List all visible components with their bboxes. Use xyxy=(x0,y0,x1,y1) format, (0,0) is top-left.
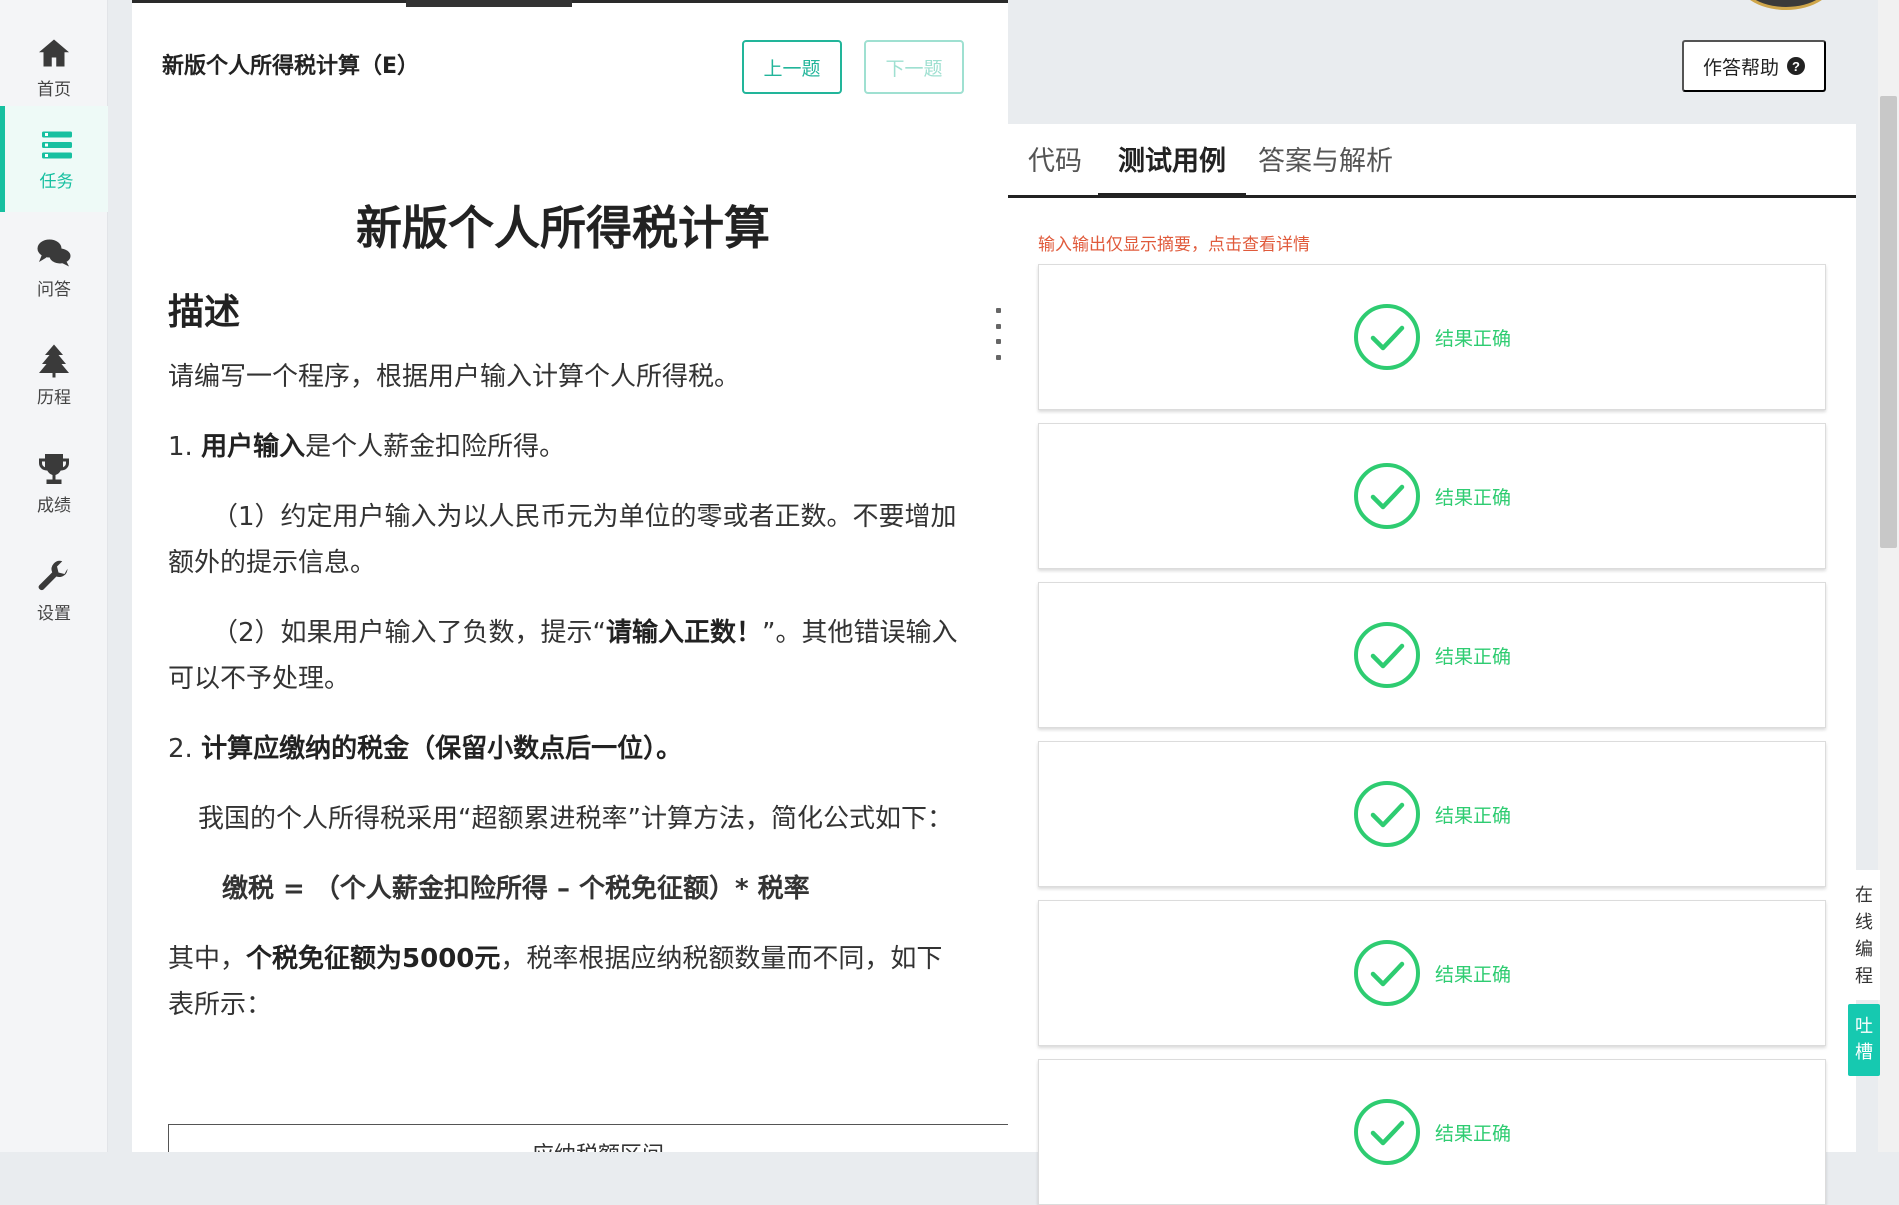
prev-question-button[interactable]: 上一题 xyxy=(742,40,842,94)
tab-code[interactable]: 代码 xyxy=(1008,142,1102,198)
test-case-card[interactable]: 结果正确 xyxy=(1038,1059,1826,1205)
test-result-label: 结果正确 xyxy=(1434,963,1511,986)
sidebar-item-grades[interactable]: 成绩 xyxy=(0,430,108,536)
sidebar-item-tasks[interactable]: 任务 xyxy=(0,106,108,212)
scrollbar-thumb[interactable] xyxy=(1880,96,1897,548)
test-case-card[interactable]: 结果正确 xyxy=(1038,582,1826,728)
answer-help-button[interactable]: 作答帮助 ? xyxy=(1682,40,1826,92)
section-heading: 描述 xyxy=(168,292,241,333)
help-label: 作答帮助 xyxy=(1702,57,1779,79)
sidebar: 首页 任务 问答 历程 成绩 设置 xyxy=(0,0,108,1152)
test-result-label: 结果正确 xyxy=(1434,486,1511,509)
method-paragraph: 我国的个人所得税采用“超额累进税率”计算方法，简化公式如下： xyxy=(198,804,953,834)
tabs-area: 代码 测试用例 答案与解析 输入输出仅显示摘要，点击查看详情 结果正确 结果正确… xyxy=(1008,124,1856,1205)
bold-text: 请输入正数！ xyxy=(606,618,763,648)
tax-rate-table-header: 应纳税额区间 xyxy=(168,1124,1008,1152)
chat-icon xyxy=(37,239,71,266)
io-summary-notice: 输入输出仅显示摘要，点击查看详情 xyxy=(1038,235,1310,255)
test-case-card[interactable]: 结果正确 xyxy=(1038,264,1826,410)
list-number: 2. xyxy=(168,734,202,764)
tree-icon xyxy=(39,344,69,377)
question-circle-icon: ? xyxy=(1787,57,1805,75)
test-case-card[interactable]: 结果正确 xyxy=(1038,423,1826,569)
check-circle-icon xyxy=(1353,304,1420,370)
exemption-paragraph: 其中，个税免征额为5000元，税率根据应纳税额数量而不同，如下表所示： xyxy=(168,936,958,1028)
tab-answer-analysis[interactable]: 答案与解析 xyxy=(1238,142,1413,198)
test-result-label: 结果正确 xyxy=(1434,1122,1511,1145)
problem-description: 新版个人所得税计算 描述 请编写一个程序，根据用户输入计算个人所得税。 1. 用… xyxy=(168,200,958,1052)
text: （2）如果用户输入了负数，提示“ xyxy=(212,618,607,648)
check-circle-icon xyxy=(1353,622,1420,688)
panel-resize-handle[interactable] xyxy=(995,308,1001,360)
next-question-button[interactable]: 下一题 xyxy=(864,40,964,94)
check-circle-icon xyxy=(1353,940,1420,1006)
intro-text: 请编写一个程序，根据用户输入计算个人所得税。 xyxy=(168,362,741,392)
bold-text: 用户输入 xyxy=(201,432,306,462)
test-case-card[interactable]: 结果正确 xyxy=(1038,900,1826,1046)
sidebar-item-label: 成绩 xyxy=(37,495,71,516)
bold-text: 计算应缴纳的税金（保留小数点后一位）。 xyxy=(201,734,683,764)
requirement-1-sub-2: （2）如果用户输入了负数，提示“请输入正数！”。其他错误输入可以不予处理。 xyxy=(168,610,958,702)
check-circle-icon xyxy=(1353,1099,1420,1165)
text: 是个人薪金扣险所得。 xyxy=(305,432,566,462)
problem-panel: 新版个人所得税计算（E） 上一题 下一题 新版个人所得税计算 描述 请编写一个程… xyxy=(132,0,1008,1152)
problem-title: 新版个人所得税计算 xyxy=(356,201,770,255)
requirement-1: 1. 用户输入是个人薪金扣险所得。 xyxy=(168,424,958,470)
sidebar-item-home[interactable]: 首页 xyxy=(0,14,108,120)
feedback-button[interactable]: 吐槽 xyxy=(1848,1004,1880,1076)
trophy-icon xyxy=(39,453,69,484)
requirement-1-sub-1: （1）约定用户输入为以人民币元为单位的零或者正数。不要增加额外的提示信息。 xyxy=(168,502,957,578)
right-panel: 作答帮助 ? 代码 测试用例 答案与解析 输入输出仅显示摘要，点击查看详情 结果… xyxy=(1008,0,1856,1205)
text: 其中， xyxy=(168,944,247,974)
sidebar-item-qa[interactable]: 问答 xyxy=(0,214,108,320)
list-number: 1. xyxy=(168,432,202,462)
sidebar-item-label: 问答 xyxy=(37,279,71,300)
tabs-bar: 代码 测试用例 答案与解析 xyxy=(1008,124,1856,198)
sidebar-item-history[interactable]: 历程 xyxy=(0,322,108,428)
test-result-label: 结果正确 xyxy=(1434,645,1511,668)
sidebar-item-label: 任务 xyxy=(39,171,74,192)
problem-header-title: 新版个人所得税计算（E） xyxy=(162,54,420,79)
wrench-icon xyxy=(38,560,68,590)
requirement-2: 2. 计算应缴纳的税金（保留小数点后一位）。 xyxy=(168,726,958,772)
check-circle-icon xyxy=(1353,781,1420,847)
tasks-icon xyxy=(41,131,72,158)
tax-formula: 缴税 = （个人薪金扣险所得 – 个税免征额）* 税率 xyxy=(222,874,810,904)
tab-test-cases[interactable]: 测试用例 xyxy=(1098,142,1246,198)
sidebar-item-label: 首页 xyxy=(37,79,71,100)
test-case-card[interactable]: 结果正确 xyxy=(1038,741,1826,887)
test-result-label: 结果正确 xyxy=(1434,327,1511,350)
test-result-label: 结果正确 xyxy=(1434,804,1511,827)
sidebar-item-label: 历程 xyxy=(37,387,71,408)
active-tab-indicator xyxy=(406,0,572,7)
online-coding-button[interactable]: 在线编程 xyxy=(1848,870,1880,1000)
sidebar-item-settings[interactable]: 设置 xyxy=(0,538,108,644)
sidebar-item-label: 设置 xyxy=(37,603,71,624)
bold-text: 个税免征额为5000元 xyxy=(246,944,501,974)
home-icon xyxy=(39,39,69,66)
check-circle-icon xyxy=(1353,463,1420,529)
